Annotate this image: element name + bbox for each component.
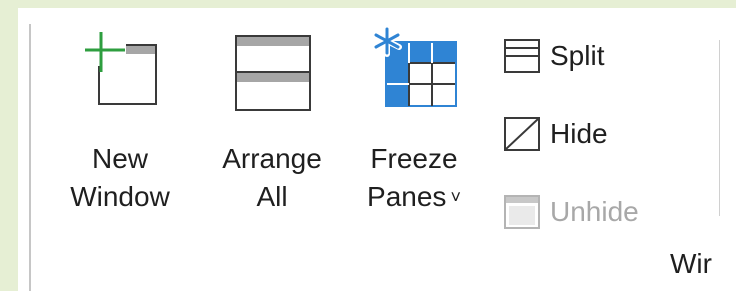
- unhide-label: Unhide: [550, 196, 639, 227]
- arrange-all-button[interactable]: Arrange All: [208, 24, 336, 234]
- chevron-down-icon[interactable]: ˅: [450, 187, 461, 207]
- new-window-label: New Window: [70, 143, 170, 212]
- new-window-button[interactable]: New Window: [56, 24, 184, 234]
- new-window-icon: [72, 24, 168, 116]
- freeze-panes-button[interactable]: Freeze Panes ˅: [350, 24, 478, 234]
- group-label: Wir: [670, 248, 712, 279]
- hide-button[interactable]: Hide: [502, 112, 608, 156]
- freeze-panes-label: Freeze Panes ˅: [367, 143, 461, 212]
- group-separator-right: [719, 40, 720, 216]
- arrange-all-label: Arrange All: [222, 143, 322, 212]
- group-separator-left: [29, 24, 31, 291]
- freeze-panes-icon: [366, 24, 462, 116]
- unhide-button[interactable]: Unhide: [502, 190, 639, 234]
- hide-label: Hide: [550, 118, 608, 149]
- split-button[interactable]: Split: [502, 34, 604, 78]
- unhide-icon: [502, 192, 542, 232]
- arrange-all-icon: [224, 24, 320, 116]
- hide-icon: [502, 114, 542, 154]
- split-label: Split: [550, 40, 605, 71]
- split-icon: [502, 36, 542, 76]
